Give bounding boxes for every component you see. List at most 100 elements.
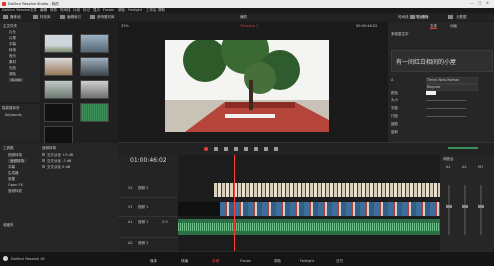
clip-thumbnail[interactable] [44, 57, 73, 76]
bin-item-selected[interactable]: Audio [9, 78, 23, 82]
snap-icon[interactable] [244, 147, 248, 151]
effects-tab[interactable]: 特效库 [40, 15, 51, 19]
zoom-level[interactable]: 33% [121, 24, 129, 28]
blade-icon[interactable] [234, 147, 238, 151]
menu-item[interactable]: 工作区 [146, 8, 157, 12]
menu-item[interactable]: 调色 [118, 8, 125, 12]
text-preview-box[interactable]: 有一间红白相间的小屋 [391, 50, 493, 72]
fader-a1[interactable] [448, 185, 450, 235]
bin-item[interactable]: 素材 [9, 60, 16, 64]
sound-library-tab[interactable]: 音响素材库 [97, 15, 115, 19]
record-icon[interactable] [204, 147, 208, 151]
menu-item[interactable]: 显示 [93, 8, 100, 12]
fader-m1[interactable] [480, 185, 482, 235]
effect-item[interactable]: 交叉淡化 0 dB [47, 165, 70, 169]
metadata-tab[interactable]: 元数据 [456, 15, 467, 19]
fader-knob[interactable] [462, 205, 468, 208]
pointer-icon[interactable] [214, 147, 218, 151]
fader-a2[interactable] [464, 185, 466, 235]
maximize-icon[interactable]: □ [478, 1, 481, 5]
menu-item[interactable]: 片段 [73, 8, 80, 12]
favorites[interactable]: 收藏夹 [3, 223, 14, 227]
menu-item[interactable]: Fairlight [128, 8, 142, 12]
effects-category[interactable]: 效果 [8, 177, 15, 181]
track-header-v1[interactable]: V1 视频 1 [118, 198, 178, 217]
effects-category[interactable]: 生成器 [8, 171, 19, 175]
menu-item[interactable]: Fusion [103, 8, 114, 12]
page-tab-media[interactable]: 媒体 [150, 259, 157, 263]
clip-thumbnail[interactable] [44, 34, 73, 53]
fader-knob[interactable] [478, 205, 484, 208]
effects-category-selected[interactable]: 音频转场 [8, 159, 26, 163]
close-icon[interactable]: ✕ [486, 1, 489, 5]
zoom-slider[interactable] [448, 147, 478, 149]
media-pool-icon[interactable] [3, 15, 8, 19]
bin-item[interactable]: 音乐 [9, 54, 16, 58]
track-header-a1[interactable]: A1 音频 1 2.0 [118, 217, 178, 238]
v1-clips[interactable] [220, 202, 440, 216]
clip-thumbnail[interactable] [80, 80, 109, 99]
bin-item[interactable]: 主文件夹 [3, 24, 17, 28]
page-tab-edit[interactable]: 剪辑 [212, 259, 219, 263]
bin-item[interactable]: 调色 [9, 72, 16, 76]
viewer-image[interactable] [165, 40, 329, 132]
font-style-select[interactable]: Regular [426, 84, 478, 91]
marker-icon[interactable] [274, 147, 278, 151]
metadata-icon[interactable] [448, 15, 453, 19]
tracking-slider[interactable] [426, 108, 466, 109]
v2-clips[interactable] [214, 183, 440, 197]
trim-icon[interactable] [224, 147, 228, 151]
media-pool-tab[interactable]: 媒体池 [10, 15, 21, 19]
size-slider[interactable] [426, 100, 466, 101]
edit-index-icon[interactable] [60, 15, 65, 19]
text-preview[interactable]: 有一间红白相间的小屋 [396, 57, 456, 66]
effect-item[interactable]: 交叉淡化 +3 dB [47, 153, 73, 157]
effects-category[interactable]: 字幕 [8, 165, 15, 169]
effects-category[interactable]: Open FX [8, 183, 23, 187]
fader-knob[interactable] [446, 205, 452, 208]
effects-category[interactable]: 视频转场 [8, 153, 22, 157]
page-tab-fairlight[interactable]: Fairlight [300, 259, 314, 263]
clip-thumbnail[interactable] [44, 103, 73, 122]
edit-index-tab[interactable]: 编辑索引 [67, 15, 81, 19]
menu-item[interactable]: DaVinci Resolve [2, 8, 30, 12]
menu-item[interactable]: 修剪 [50, 8, 57, 12]
menu-item[interactable]: 标记 [83, 8, 90, 12]
effects-category[interactable]: 音频特效 [8, 189, 22, 193]
page-tab-fusion[interactable]: Fusion [240, 259, 251, 263]
page-tab-cut[interactable]: 快编 [181, 259, 188, 263]
link-icon[interactable] [254, 147, 258, 151]
bin-item[interactable]: 字幕 [9, 42, 16, 46]
page-tab-deliver[interactable]: 交付 [336, 259, 343, 263]
effect-item[interactable]: 交叉淡化 -3 dB [47, 159, 71, 163]
bin-item[interactable]: 片头 [9, 30, 16, 34]
sound-library-icon[interactable] [90, 15, 95, 19]
menu-item[interactable]: 时间线 [60, 8, 71, 12]
flag-icon[interactable] [264, 147, 268, 151]
inspector-icon[interactable] [410, 15, 415, 19]
effects-icon[interactable] [33, 15, 38, 19]
leading-slider[interactable] [426, 116, 466, 117]
color-swatch[interactable] [426, 91, 436, 95]
bin-item[interactable]: 转场 [9, 48, 16, 52]
minimize-icon[interactable]: — [470, 1, 474, 5]
smart-bin-item[interactable]: Keywords [5, 113, 22, 117]
font-family-select[interactable]: Times New Roman [426, 77, 478, 84]
clip-thumbnail[interactable] [80, 34, 109, 53]
v1-clip-black[interactable] [178, 202, 220, 216]
bin-item[interactable]: 光效 [9, 66, 16, 70]
menu-item[interactable]: 文件 [30, 8, 37, 12]
clip-thumbnail[interactable] [80, 57, 109, 76]
playhead[interactable] [234, 155, 235, 251]
menu-item[interactable]: 帮助 [158, 8, 165, 12]
menu-item[interactable]: 编辑 [40, 8, 47, 12]
clip-thumbnail[interactable] [44, 80, 73, 99]
inspector-tab[interactable]: 检查器 [418, 15, 429, 19]
inspector-tab-text[interactable]: 文本 [430, 24, 437, 29]
bin-item[interactable]: 片尾 [9, 36, 16, 40]
audio-clip-thumbnail[interactable] [80, 103, 109, 122]
page-tab-color[interactable]: 调色 [274, 259, 281, 263]
inspector-tab-animation[interactable]: 动画 [450, 24, 457, 28]
a1-audio-clip[interactable] [178, 219, 440, 235]
track-header-v2[interactable]: V2 视频 2 [118, 179, 178, 198]
